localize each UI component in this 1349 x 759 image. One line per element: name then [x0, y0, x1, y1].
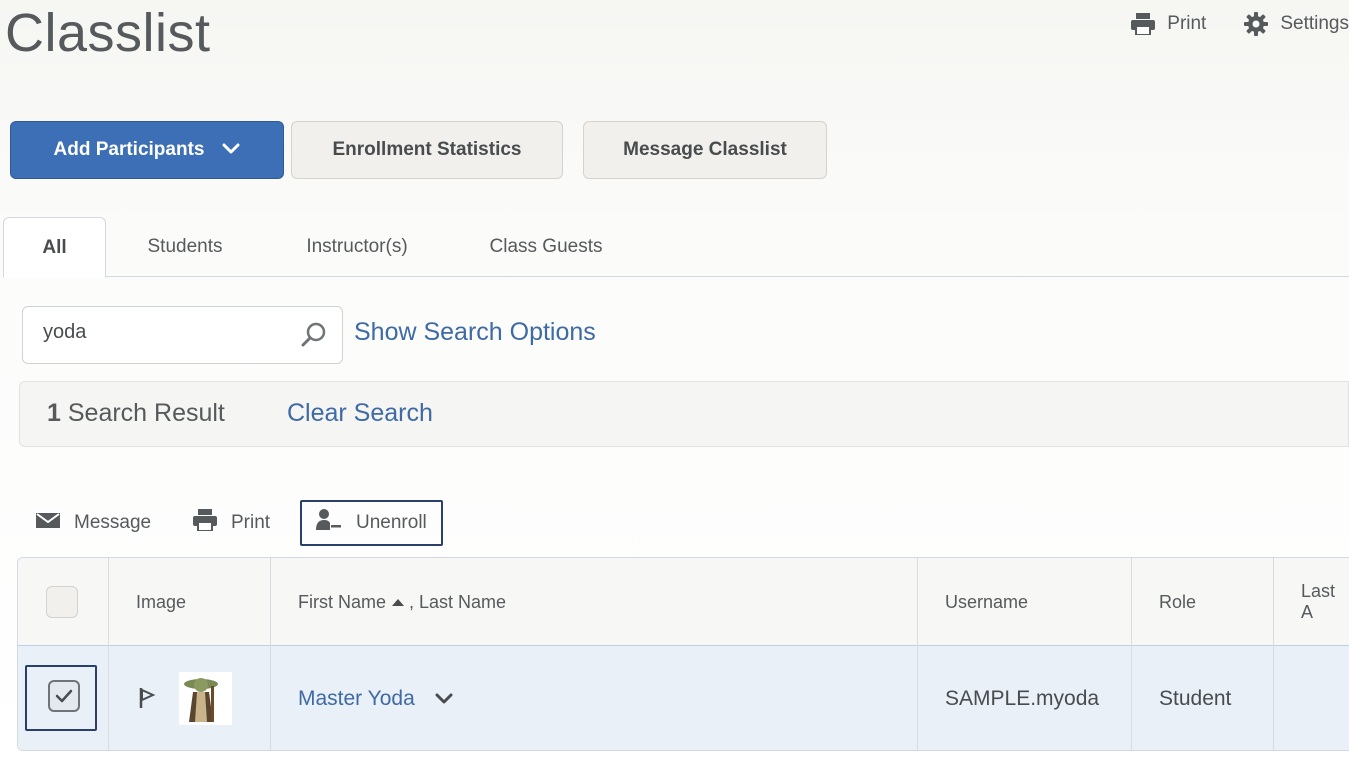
tab-instructors[interactable]: Instructor(s) [286, 217, 428, 277]
search-result-bar: 1 Search Result Clear Search [19, 381, 1349, 447]
chevron-down-icon[interactable] [435, 693, 453, 705]
header-image: Image [136, 591, 187, 612]
chevron-down-icon [222, 139, 240, 161]
result-count-label: Search Result [67, 399, 225, 427]
tab-class-guests[interactable]: Class Guests [473, 217, 619, 277]
header-name[interactable]: First Name , Last Name [298, 558, 506, 646]
column-divider [1131, 558, 1132, 750]
user-remove-icon [316, 508, 342, 538]
printer-icon [193, 509, 217, 537]
header-last-access[interactable]: Last A [1301, 558, 1349, 646]
column-divider [917, 558, 918, 750]
message-action-label: Message [74, 512, 152, 533]
enrollment-statistics-button[interactable]: Enrollment Statistics [291, 121, 563, 179]
tab-all[interactable]: All [3, 217, 106, 278]
table-row: Master Yoda SAMPLE.myoda Student [18, 646, 1349, 750]
column-divider [108, 558, 109, 750]
participant-name-cell: Master Yoda [298, 646, 453, 750]
message-action[interactable]: Message [36, 500, 151, 546]
page-title: Classlist [5, 3, 211, 63]
flag-icon[interactable] [138, 687, 156, 714]
role-cell: Student [1159, 687, 1232, 710]
checkmark-icon [55, 689, 73, 703]
search-icon[interactable] [300, 321, 328, 354]
show-search-options-link[interactable]: Show Search Options [354, 318, 596, 347]
search-input[interactable] [43, 321, 293, 344]
header-first-name[interactable]: First Name [298, 592, 386, 613]
message-classlist-button[interactable]: Message Classlist [583, 121, 827, 179]
row-select-checkbox[interactable] [48, 680, 80, 712]
role-tabs: All Students Instructor(s) Class Guests [3, 217, 1349, 278]
user-avatar [179, 672, 232, 725]
tab-students[interactable]: Students [125, 217, 245, 277]
top-print-button[interactable]: Print [1131, 13, 1206, 35]
select-all-checkbox[interactable] [46, 586, 78, 618]
column-divider [1273, 558, 1274, 750]
column-divider [270, 558, 271, 750]
clear-search-link[interactable]: Clear Search [287, 399, 433, 428]
search-box [22, 306, 343, 364]
add-participants-button[interactable]: Add Participants [10, 121, 284, 179]
settings-label: Settings [1280, 13, 1349, 34]
envelope-icon [36, 511, 60, 535]
result-count: 1 Search Result [47, 399, 225, 428]
unenroll-action-label: Unenroll [356, 512, 427, 533]
add-participants-label: Add Participants [53, 139, 205, 160]
printer-icon [1131, 13, 1156, 35]
result-count-number: 1 [47, 399, 61, 427]
print-action[interactable]: Print [193, 500, 270, 546]
username-cell: SAMPLE.myoda [945, 687, 1100, 710]
header-last-name[interactable]: , Last Name [409, 592, 506, 613]
classlist-table: Image First Name , Last Name Username Ro… [17, 557, 1349, 751]
row-checkbox-highlight [25, 665, 97, 731]
sort-ascending-icon [392, 598, 405, 606]
participant-name-link[interactable]: Master Yoda [298, 687, 415, 711]
unenroll-action[interactable]: Unenroll [300, 500, 443, 546]
settings-button[interactable]: Settings [1244, 12, 1349, 36]
gear-icon [1244, 12, 1269, 36]
print-action-label: Print [231, 512, 271, 533]
top-actions: Print Settings [1131, 12, 1349, 36]
header-username[interactable]: Username [945, 558, 1028, 646]
header-role[interactable]: Role [1159, 558, 1196, 646]
table-header-row: Image First Name , Last Name Username Ro… [18, 558, 1349, 646]
top-print-label: Print [1167, 13, 1207, 34]
